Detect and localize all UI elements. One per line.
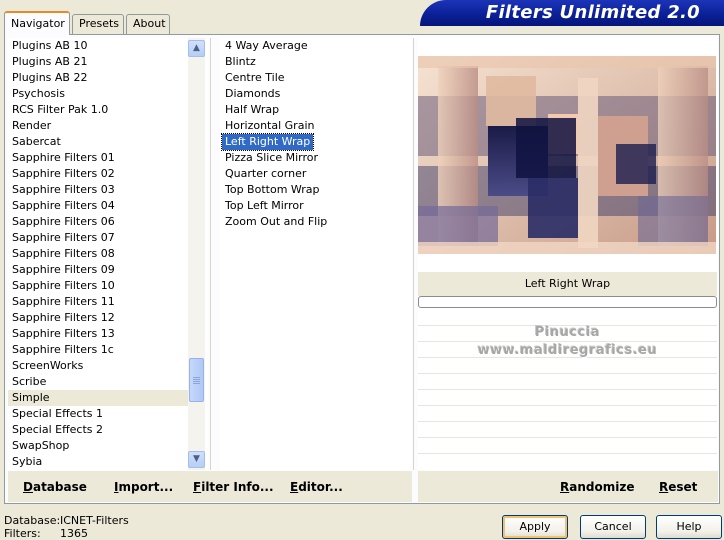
category-item[interactable]: Sapphire Filters 03 — [8, 182, 188, 198]
category-item[interactable]: Plugins AB 10 — [8, 38, 188, 54]
category-item[interactable]: Sapphire Filters 01 — [8, 150, 188, 166]
filter-item[interactable]: Centre Tile — [222, 70, 288, 86]
category-item[interactable]: Sapphire Filters 04 — [8, 198, 188, 214]
parameter-slot — [418, 406, 717, 422]
filters-count: 1365 — [60, 527, 88, 540]
status-info: Database:ICNET-Filters Filters: 1365 — [4, 514, 129, 540]
editor-button[interactable]: Editor... — [290, 480, 343, 494]
tab-presets[interactable]: Presets — [72, 14, 124, 34]
watermark: Pinuccia www.maldiregrafics.eu — [418, 324, 717, 360]
category-item[interactable]: Psychosis — [8, 86, 188, 102]
category-item[interactable]: RCS Filter Pak 1.0 — [8, 102, 188, 118]
category-item[interactable]: Sapphire Filters 12 — [8, 310, 188, 326]
category-item[interactable]: Sapphire Filters 10 — [8, 278, 188, 294]
database-label: Database: — [4, 514, 61, 527]
category-item[interactable]: Sapphire Filters 08 — [8, 246, 188, 262]
parameter-slot — [418, 422, 717, 438]
apply-button[interactable]: Apply — [502, 515, 568, 539]
cancel-button[interactable]: Cancel — [580, 515, 646, 539]
watermark-line-2: www.maldiregrafics.eu — [477, 343, 658, 358]
list-divider — [210, 38, 211, 470]
help-button[interactable]: Help — [656, 515, 722, 539]
filter-item[interactable]: Top Bottom Wrap — [222, 182, 323, 198]
app-title-banner: Filters Unlimited 2.0 — [420, 0, 724, 26]
database-button[interactable]: Database — [23, 480, 87, 494]
scroll-down-button[interactable]: ▼ — [188, 451, 205, 468]
filter-item[interactable]: Horizontal Grain — [222, 118, 317, 134]
parameter-slot — [418, 358, 717, 374]
filters-label: Filters: — [4, 527, 41, 540]
list-divider — [413, 38, 414, 470]
filter-item[interactable]: Zoom Out and Flip — [222, 214, 330, 230]
tab-about[interactable]: About — [126, 14, 170, 34]
filter-list[interactable]: 4 Way Average Blintz Centre Tile Diamonds Ha… — [220, 38, 412, 470]
filter-item[interactable]: Blintz — [222, 54, 259, 70]
parameter-slot — [418, 438, 717, 454]
category-scrollbar[interactable]: ▲ ▼ — [188, 38, 205, 470]
category-item[interactable]: Sapphire Filters 1c — [8, 342, 188, 358]
progress-bar — [418, 296, 717, 308]
category-item[interactable]: Plugins AB 22 — [8, 70, 188, 86]
filter-item[interactable]: Quarter corner — [222, 166, 309, 182]
parameter-slot — [418, 374, 717, 390]
reset-button[interactable]: Reset — [659, 480, 697, 494]
preview-toolbar: Randomize Reset — [418, 470, 718, 502]
filter-item[interactable]: Pizza Slice Mirror — [222, 150, 321, 166]
database-value: ICNET-Filters — [60, 514, 129, 527]
category-item[interactable]: Simple — [8, 390, 188, 406]
filter-item[interactable]: Top Left Mirror — [222, 198, 307, 214]
scroll-up-button[interactable]: ▲ — [188, 40, 205, 57]
navigator-toolbar: Database Import... Filter Info... Editor… — [8, 470, 412, 502]
category-item[interactable]: Sapphire Filters 07 — [8, 230, 188, 246]
selected-filter-label: Left Right Wrap — [418, 272, 717, 296]
preview-art — [418, 56, 716, 254]
category-item[interactable]: Sapphire Filters 13 — [8, 326, 188, 342]
import-button[interactable]: Import... — [114, 480, 173, 494]
watermark-line-1: Pinuccia — [534, 325, 601, 340]
category-item[interactable]: Sabercat — [8, 134, 188, 150]
preview-image — [418, 56, 716, 254]
category-item[interactable]: SwapShop — [8, 438, 188, 454]
category-item[interactable]: Sapphire Filters 06 — [8, 214, 188, 230]
category-item[interactable]: Plugins AB 21 — [8, 54, 188, 70]
category-item[interactable]: Special Effects 2 — [8, 422, 188, 438]
filter-info-button[interactable]: Filter Info... — [193, 480, 274, 494]
category-item[interactable]: Sybia — [8, 454, 188, 470]
parameter-slot — [418, 390, 717, 406]
filter-item[interactable]: 4 Way Average — [222, 38, 311, 54]
filter-item[interactable]: Diamonds — [222, 86, 283, 102]
category-item[interactable]: Sapphire Filters 09 — [8, 262, 188, 278]
category-list[interactable]: Plugins AB 10 Plugins AB 21 Plugins AB 22 P… — [8, 38, 208, 470]
category-item[interactable]: ScreenWorks — [8, 358, 188, 374]
filter-item[interactable]: Half Wrap — [222, 102, 282, 118]
tab-navigator[interactable]: Navigator — [4, 11, 70, 35]
category-item[interactable]: Sapphire Filters 02 — [8, 166, 188, 182]
category-item[interactable]: Sapphire Filters 11 — [8, 294, 188, 310]
category-item[interactable]: Special Effects 1 — [8, 406, 188, 422]
grip-icon — [193, 377, 200, 378]
filter-item[interactable]: Left Right Wrap — [220, 133, 315, 151]
randomize-button[interactable]: Randomize — [560, 480, 634, 494]
scroll-thumb[interactable] — [189, 358, 204, 402]
category-item[interactable]: Scribe — [8, 374, 188, 390]
category-item[interactable]: Render — [8, 118, 188, 134]
